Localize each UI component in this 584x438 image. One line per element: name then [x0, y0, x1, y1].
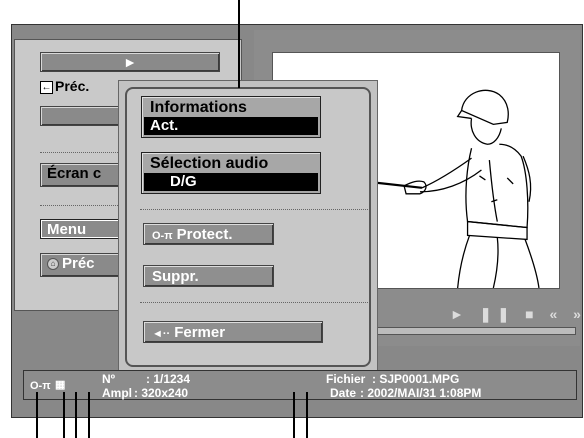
callout-line — [88, 392, 90, 438]
key-icon: O-π — [152, 230, 173, 242]
audio-value: D/G — [144, 173, 318, 191]
back-arrow-icon: ◄·· — [152, 328, 171, 340]
prev-label: ← Préc. — [40, 78, 89, 94]
divider — [40, 205, 118, 206]
number-value: : 1/1234 — [146, 372, 191, 386]
protect-button[interactable]: O-π Protect. — [143, 223, 274, 245]
date-label: Date — [330, 386, 357, 400]
delete-button[interactable]: Suppr. — [143, 265, 274, 287]
protect-key-icon: O-π — [30, 380, 51, 392]
divider — [140, 209, 368, 210]
date-value: : 2002/MAI/31 1:08PM — [360, 386, 482, 400]
left-arrow-icon: ← — [40, 80, 53, 94]
informations-option[interactable]: Informations Act. — [141, 96, 321, 138]
callout-line — [36, 392, 38, 438]
divider — [40, 152, 118, 153]
callout-line — [75, 392, 77, 438]
informations-value: Act. — [144, 117, 318, 135]
film-icon: ▦ — [55, 379, 66, 391]
play-icon: ► — [123, 54, 137, 70]
size-value: : 320x240 — [134, 386, 189, 400]
status-bar: O-π ▦ Nº : 1/1234 Ampl : 320x240 Fichier… — [23, 370, 577, 400]
prec-button[interactable]: ⌂ Préc — [40, 253, 130, 277]
protect-button-label: Protect. — [176, 226, 233, 243]
playback-controls[interactable]: ► ❚❚ ■ « » — [450, 306, 584, 323]
file-value: : SJP0001.MPG — [372, 372, 460, 386]
house-icon: ⌂ — [47, 258, 59, 271]
number-label: Nº — [102, 372, 116, 386]
prec-button-label: Préc — [62, 255, 95, 272]
callout-line — [238, 0, 240, 88]
delete-button-label: Suppr. — [152, 268, 199, 285]
audio-selection-option[interactable]: Sélection audio D/G — [141, 152, 321, 194]
callout-line — [63, 392, 65, 438]
close-button[interactable]: ◄·· Fermer — [143, 321, 323, 343]
divider — [140, 302, 368, 303]
progress-bar[interactable] — [356, 327, 576, 335]
callout-line — [293, 392, 295, 438]
menu-button-label: Menu — [47, 221, 87, 238]
size-label: Ampl — [102, 386, 132, 400]
close-button-label: Fermer — [174, 324, 226, 341]
ecran-button[interactable]: Écran c — [40, 163, 130, 187]
menu-button[interactable]: Menu — [40, 219, 130, 239]
audio-title: Sélection audio — [150, 155, 269, 172]
informations-title: Informations — [150, 99, 247, 116]
play-button[interactable]: ► — [40, 52, 220, 72]
prev-label-text: Préc. — [55, 78, 90, 94]
ecran-button-label: Écran c — [47, 165, 102, 182]
file-label: Fichier — [326, 372, 366, 386]
callout-line — [306, 392, 308, 438]
